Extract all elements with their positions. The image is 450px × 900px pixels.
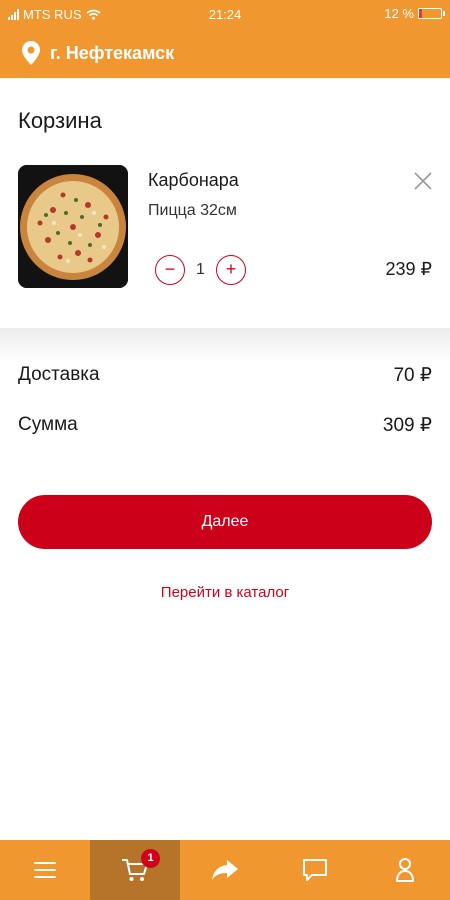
delivery-value: 70 ₽ <box>393 365 432 386</box>
next-button[interactable]: Далее <box>18 495 432 549</box>
chat-icon <box>303 859 327 881</box>
battery-percent: 12 % <box>384 6 414 21</box>
tab-chat[interactable] <box>270 840 360 900</box>
total-row: Сумма 309 ₽ <box>18 414 432 437</box>
battery-fill <box>419 9 422 18</box>
status-bar: MTS RUS 21:24 12 % <box>0 0 450 28</box>
menu-icon <box>34 862 56 878</box>
battery-icon <box>418 8 445 19</box>
tab-menu[interactable] <box>0 840 90 900</box>
quantity-value: 1 <box>196 261 205 278</box>
header: г. Нефтекамск <box>0 28 450 78</box>
status-time: 21:24 <box>208 7 242 22</box>
cart-item: Карбонара Пицца 32см − 1 + 239 ₽ <box>0 160 450 300</box>
remove-item-icon[interactable] <box>412 170 434 192</box>
catalog-link[interactable]: Перейти в каталог <box>0 584 450 601</box>
share-icon <box>212 860 238 880</box>
item-name: Карбонара <box>148 170 239 190</box>
tab-cart[interactable]: 1 <box>90 840 180 900</box>
item-price: 239 ₽ <box>385 259 433 279</box>
tab-bar: 1 <box>0 840 450 900</box>
total-label: Сумма <box>18 414 78 435</box>
quantity-stepper: − 1 + <box>155 255 246 285</box>
tab-profile[interactable] <box>360 840 450 900</box>
item-description: Пицца 32см <box>148 202 237 219</box>
order-summary: Доставка 70 ₽ Сумма 309 ₽ <box>0 328 450 468</box>
delivery-label: Доставка <box>18 364 100 385</box>
pizza-image <box>18 165 128 288</box>
page-title: Корзина <box>18 108 102 133</box>
delivery-row: Доставка 70 ₽ <box>18 364 432 387</box>
city-selector[interactable]: г. Нефтекамск <box>50 43 174 64</box>
increase-button[interactable]: + <box>216 255 246 285</box>
status-right: 12 % <box>384 6 445 21</box>
tab-share[interactable] <box>180 840 270 900</box>
decrease-button[interactable]: − <box>155 255 185 285</box>
cart-badge: 1 <box>141 849 160 868</box>
location-pin-icon[interactable] <box>22 41 40 65</box>
user-icon <box>396 858 414 882</box>
total-value: 309 ₽ <box>382 415 432 436</box>
